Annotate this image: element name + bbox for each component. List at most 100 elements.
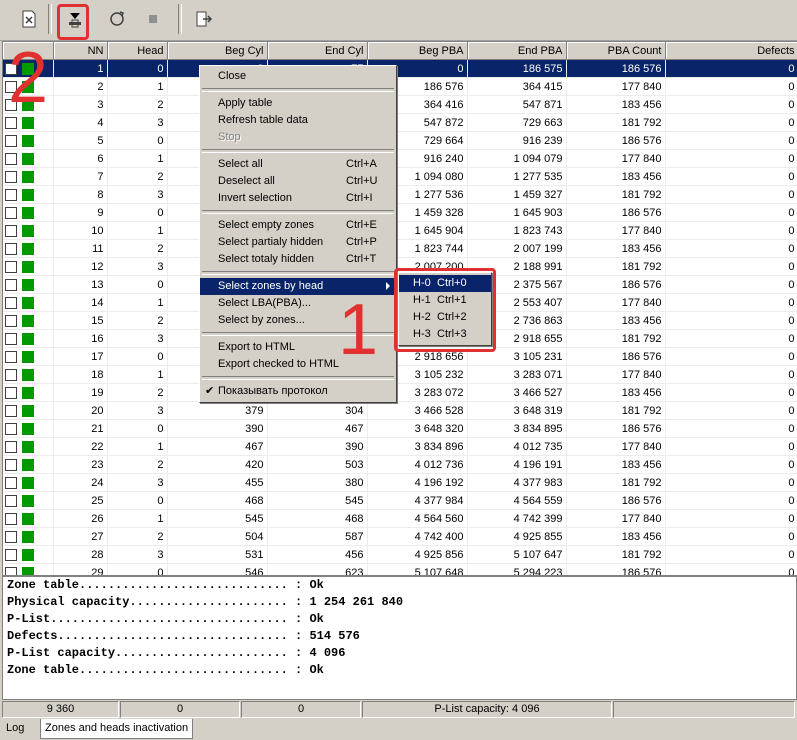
row-checkbox[interactable]	[5, 188, 17, 201]
row-checkbox-cell[interactable]	[3, 437, 54, 456]
table-row[interactable]: 2 1 186 576 364 415 177 840 0	[3, 77, 797, 96]
row-checkbox-cell[interactable]	[3, 383, 54, 402]
column-header-head[interactable]: Head	[107, 42, 168, 60]
row-checkbox[interactable]	[5, 476, 17, 489]
table-row[interactable]: 4 3 547 872 729 663 181 792 0	[3, 113, 797, 132]
row-checkbox[interactable]	[5, 422, 17, 435]
table-row[interactable]: 831 277 536 1 459 327 181 792 0	[3, 185, 797, 204]
menu-item[interactable]: Stop	[200, 129, 396, 146]
table-row[interactable]: 6 1 916 240 1 094 079 177 840 0	[3, 149, 797, 168]
row-checkbox[interactable]	[5, 278, 17, 291]
table-row[interactable]: 11 2 1 823 744 2 007 199 183 456 0	[3, 239, 797, 258]
row-checkbox[interactable]	[5, 494, 17, 507]
table-row[interactable]: 100770186 575186 5760	[3, 59, 797, 78]
tab-zones-heads[interactable]: Zones and heads inactivation	[40, 719, 194, 739]
refresh-icon[interactable]	[104, 7, 130, 31]
table-row[interactable]: 25 0 468 545 4 377 984 4 564 559 186 576 0	[3, 491, 797, 510]
row-checkbox-cell[interactable]	[3, 257, 54, 276]
row-checkbox[interactable]	[5, 242, 17, 255]
table-row[interactable]: 3 2 364 416 547 871 183 456 0	[3, 95, 797, 114]
column-header-defects[interactable]: Defects	[665, 42, 797, 60]
menu-item[interactable]: Invert selection Ctrl+I	[200, 190, 396, 207]
exit-icon[interactable]	[190, 7, 216, 31]
row-checkbox[interactable]	[5, 116, 17, 129]
table-row[interactable]: 29 0 546 623 5 107 648 5 294 223 186 576 0	[3, 563, 797, 575]
row-checkbox-cell[interactable]	[3, 347, 54, 366]
row-checkbox-cell[interactable]	[3, 149, 54, 168]
row-checkbox-cell[interactable]	[3, 401, 54, 420]
row-checkbox-cell[interactable]	[3, 419, 54, 438]
column-header-beg-pba[interactable]: Beg PBA	[367, 42, 468, 60]
row-checkbox[interactable]	[5, 350, 17, 363]
row-checkbox-cell[interactable]	[3, 275, 54, 294]
row-checkbox[interactable]	[5, 170, 17, 183]
export-icon[interactable]	[16, 7, 42, 31]
row-checkbox[interactable]	[5, 314, 17, 327]
row-checkbox[interactable]	[5, 296, 17, 309]
row-checkbox-cell[interactable]	[3, 167, 54, 186]
row-checkbox[interactable]	[5, 134, 17, 147]
table-row[interactable]: 20 3 379 304 3 466 528 3 648 319 181 792 0	[3, 401, 797, 420]
table-row[interactable]: 18 1 3 105 232 3 283 071 177 840 0	[3, 365, 797, 384]
column-header-end-pba[interactable]: End PBA	[467, 42, 567, 60]
row-checkbox-cell[interactable]	[3, 473, 54, 492]
table-row[interactable]: 19 2 3 283 072 3 466 527 183 456 0	[3, 383, 797, 402]
table-cell: 11	[53, 239, 108, 258]
table-row[interactable]: 26 1 545 468 4 564 560 4 742 399 177 840 0	[3, 509, 797, 528]
table-row[interactable]: 27 2 504 587 4 742 400 4 925 855 183 456 0	[3, 527, 797, 546]
row-checkbox-cell[interactable]	[3, 545, 54, 564]
row-checkbox-cell[interactable]	[3, 185, 54, 204]
row-checkbox-cell[interactable]	[3, 491, 54, 510]
table-row[interactable]: 22 1 467 390 3 834 896 4 012 735 177 840 0	[3, 437, 797, 456]
row-checkbox-cell[interactable]	[3, 563, 54, 575]
row-checkbox[interactable]	[5, 548, 17, 561]
menu-item[interactable]: Deselect all Ctrl+U	[200, 173, 396, 190]
row-checkbox[interactable]	[5, 530, 17, 543]
column-header-pba-count[interactable]: PBA Count	[566, 42, 666, 60]
row-checkbox[interactable]	[5, 368, 17, 381]
table-row[interactable]: 10 1 1 645 904 1 823 743 177 840 0	[3, 221, 797, 240]
column-header-beg-cyl[interactable]: Beg Cyl	[167, 42, 268, 60]
row-checkbox[interactable]	[5, 512, 17, 525]
row-checkbox[interactable]	[5, 332, 17, 345]
menu-item[interactable]: Select all Ctrl+A	[200, 156, 396, 173]
row-checkbox[interactable]	[5, 440, 17, 453]
row-checkbox-cell[interactable]	[3, 509, 54, 528]
row-checkbox[interactable]	[5, 386, 17, 399]
tab-log[interactable]: Log	[2, 719, 28, 738]
menu-item[interactable]: Apply table	[200, 95, 396, 112]
row-checkbox[interactable]	[5, 224, 17, 237]
column-header-end-cyl[interactable]: End Cyl	[267, 42, 368, 60]
table-row[interactable]: 721 094 080 1 277 535 183 456 0	[3, 167, 797, 186]
table-row[interactable]: 5 0 729 664 916 239 186 576 0	[3, 131, 797, 150]
row-checkbox[interactable]	[5, 566, 17, 575]
row-checkbox-cell[interactable]	[3, 131, 54, 150]
menu-item[interactable]: ✔ Показывать протокол	[200, 383, 396, 400]
table-row[interactable]: 24 3 455 380 4 196 192 4 377 983 181 792 0	[3, 473, 797, 492]
row-checkbox-cell[interactable]	[3, 527, 54, 546]
table-row[interactable]: 23 2 420 503 4 012 736 4 196 191 183 456 0	[3, 455, 797, 474]
row-checkbox[interactable]	[5, 260, 17, 273]
row-checkbox-cell[interactable]	[3, 293, 54, 312]
menu-item[interactable]: Select empty zones Ctrl+E	[200, 217, 396, 234]
row-checkbox-cell[interactable]	[3, 239, 54, 258]
column-header-nn[interactable]: NN	[53, 42, 108, 60]
row-checkbox[interactable]	[5, 458, 17, 471]
row-checkbox[interactable]	[5, 152, 17, 165]
table-row[interactable]: 28 3 531 456 4 925 856 5 107 647 181 792 0	[3, 545, 797, 564]
table-row[interactable]: 21 0 390 467 3 648 320 3 834 895 186 576 0	[3, 419, 797, 438]
row-checkbox-cell[interactable]	[3, 203, 54, 222]
menu-item[interactable]: Refresh table data	[200, 112, 396, 129]
row-checkbox[interactable]	[5, 404, 17, 417]
menu-item[interactable]: Select partialy hidden Ctrl+P	[200, 234, 396, 251]
row-checkbox-cell[interactable]	[3, 365, 54, 384]
row-checkbox-cell[interactable]	[3, 329, 54, 348]
row-checkbox[interactable]	[5, 206, 17, 219]
stop-icon[interactable]	[140, 7, 166, 31]
menu-item[interactable]: Close	[200, 68, 396, 85]
table-row[interactable]: 901 459 328 1 645 903 186 576 0	[3, 203, 797, 222]
menu-item[interactable]: Select totaly hidden Ctrl+T	[200, 251, 396, 268]
row-checkbox-cell[interactable]	[3, 311, 54, 330]
row-checkbox-cell[interactable]	[3, 455, 54, 474]
row-checkbox-cell[interactable]	[3, 221, 54, 240]
